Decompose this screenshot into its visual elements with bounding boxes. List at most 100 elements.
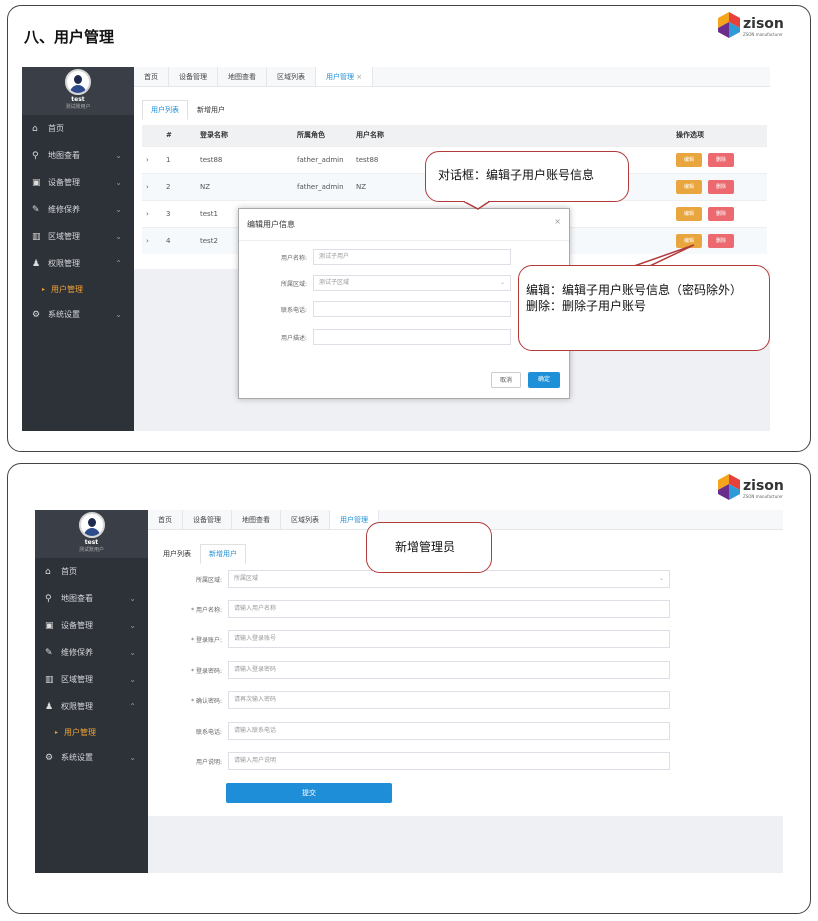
phone-input[interactable]: 请输入联系电话 bbox=[228, 722, 670, 740]
phone-input[interactable] bbox=[313, 301, 511, 317]
username-input[interactable]: 测试子用户 bbox=[313, 249, 511, 265]
tab-map[interactable]: 地图查看 bbox=[218, 67, 267, 86]
field-label: * 用户名称: bbox=[191, 606, 222, 614]
tab-area-list[interactable]: 区域列表 bbox=[281, 510, 330, 529]
logo-tagline: ZSON manufacturer bbox=[743, 32, 783, 37]
description-input[interactable]: 请输入用户说明 bbox=[228, 752, 670, 770]
subtab-add-user[interactable]: 新增用户 bbox=[188, 100, 234, 120]
confirm-button[interactable]: 确定 bbox=[528, 372, 560, 388]
form-field-description: 用户说明: 请输入用户说明 bbox=[158, 752, 670, 770]
user-role: 测试账用户 bbox=[65, 104, 91, 110]
map-icon: ⚲ bbox=[32, 150, 39, 161]
area-icon: ▥ bbox=[45, 674, 54, 685]
sidebar-item-map[interactable]: ⚲ 地图查看 ⌄ bbox=[22, 142, 134, 169]
gear-icon: ⚙ bbox=[45, 752, 54, 763]
close-icon[interactable]: × bbox=[356, 73, 362, 81]
tab-home[interactable]: 首页 bbox=[134, 67, 169, 86]
user-name: test bbox=[71, 96, 85, 103]
edit-button[interactable]: 编辑 bbox=[676, 152, 702, 167]
dialog-field-description: 用户描述: bbox=[259, 329, 511, 345]
close-icon[interactable]: × bbox=[554, 217, 561, 226]
callout-add-text: 新增管理员 bbox=[395, 540, 456, 554]
wrench-icon: ✎ bbox=[45, 647, 53, 658]
description-input[interactable] bbox=[313, 329, 511, 345]
subtab-add-user[interactable]: 新增用户 bbox=[200, 544, 246, 564]
sidebar-item-label: 用户管理 bbox=[64, 727, 97, 737]
sidebar-item-maintenance[interactable]: ✎ 维修保养 ⌄ bbox=[35, 639, 148, 666]
chevron-down-icon: ⌄ bbox=[115, 205, 122, 214]
sidebar-item-label: 权限管理 bbox=[48, 259, 80, 268]
sidebar-item-label: 首页 bbox=[48, 124, 64, 133]
map-icon: ⚲ bbox=[45, 593, 52, 604]
confirm-password-input[interactable]: 请再次输入密码 bbox=[228, 691, 670, 709]
avatar[interactable] bbox=[65, 69, 91, 95]
subtab-user-list[interactable]: 用户列表 bbox=[142, 100, 188, 120]
sidebar-item-user-management[interactable]: ▸ 用户管理 bbox=[35, 720, 148, 744]
area-select-value: 测试子区域 bbox=[319, 279, 350, 286]
cell-index: 4 bbox=[162, 226, 196, 254]
tab-device[interactable]: 设备管理 bbox=[169, 67, 218, 86]
sidebar-item-settings[interactable]: ⚙ 系统设置 ⌄ bbox=[22, 301, 134, 328]
sidebar-item-permission[interactable]: ♟ 权限管理 ⌃ bbox=[22, 250, 134, 277]
edit-button[interactable]: 编辑 bbox=[676, 206, 702, 221]
tab-home[interactable]: 首页 bbox=[148, 510, 183, 529]
logo-text: zison bbox=[743, 16, 784, 32]
brand-logo: zison ZSON manufacturer bbox=[718, 474, 784, 500]
cancel-button[interactable]: 取消 bbox=[491, 372, 521, 388]
sidebar-item-settings[interactable]: ⚙ 系统设置 ⌄ bbox=[35, 744, 148, 771]
tab-user-management[interactable]: 用户管理 × bbox=[316, 67, 374, 86]
sidebar-item-area[interactable]: ▥ 区域管理 ⌄ bbox=[35, 666, 148, 693]
delete-button[interactable]: 删除 bbox=[708, 179, 734, 194]
delete-button[interactable]: 删除 bbox=[708, 233, 734, 248]
sidebar-item-device[interactable]: ▣ 设备管理 ⌄ bbox=[22, 169, 134, 196]
dialog-field-phone: 联系电话: bbox=[259, 301, 511, 317]
sidebar-item-label: 维修保养 bbox=[48, 205, 80, 214]
home-icon: ⌂ bbox=[45, 566, 51, 577]
edit-button[interactable]: 编辑 bbox=[676, 179, 702, 194]
callout-dialog-text: 对话框：编辑子用户账号信息 bbox=[438, 168, 595, 182]
login-account-input[interactable]: 请输入登录账号 bbox=[228, 630, 670, 648]
expand-icon[interactable]: › bbox=[142, 226, 162, 254]
username-input[interactable]: 请输入用户名称 bbox=[228, 600, 670, 618]
sidebar-item-permission[interactable]: ♟ 权限管理 ⌃ bbox=[35, 693, 148, 720]
sidebar-item-area[interactable]: ▥ 区域管理 ⌄ bbox=[22, 223, 134, 250]
area-select[interactable]: 测试子区域 ⌄ bbox=[313, 275, 511, 291]
chevron-down-icon: ⌄ bbox=[129, 648, 136, 657]
logo-mark-icon bbox=[718, 474, 740, 500]
area-select-placeholder: 所属区域 bbox=[234, 575, 259, 582]
tab-area-list[interactable]: 区域列表 bbox=[267, 67, 316, 86]
avatar[interactable] bbox=[78, 512, 105, 538]
tab-map[interactable]: 地图查看 bbox=[232, 510, 281, 529]
expand-icon[interactable]: › bbox=[142, 199, 162, 227]
cell-index: 1 bbox=[162, 145, 196, 173]
field-label: 联系电话: bbox=[280, 306, 307, 314]
subtab-user-list[interactable]: 用户列表 bbox=[154, 544, 200, 564]
expand-icon[interactable]: › bbox=[142, 172, 162, 200]
password-input[interactable]: 请输入登录密码 bbox=[228, 661, 670, 679]
sidebar-item-home[interactable]: ⌂ 首页 bbox=[35, 558, 148, 585]
submit-button[interactable]: 提交 bbox=[226, 783, 392, 803]
expand-icon[interactable]: › bbox=[142, 145, 162, 173]
chevron-down-icon: ⌄ bbox=[115, 310, 122, 319]
cell-actions: 编辑 删除 bbox=[672, 145, 767, 173]
field-label: 所属区域: bbox=[280, 280, 307, 288]
sidebar-item-home[interactable]: ⌂ 首页 bbox=[22, 115, 134, 142]
sidebar-item-device[interactable]: ▣ 设备管理 ⌄ bbox=[35, 612, 148, 639]
delete-button[interactable]: 删除 bbox=[708, 206, 734, 221]
logo-tagline: ZSON manufacturer bbox=[743, 494, 783, 499]
device-icon: ▣ bbox=[32, 177, 41, 188]
callout-add-admin: 新增管理员 bbox=[366, 522, 492, 573]
chevron-down-icon: ⌄ bbox=[499, 279, 505, 286]
sidebar-item-maintenance[interactable]: ✎ 维修保养 ⌄ bbox=[22, 196, 134, 223]
logo-text: zison bbox=[743, 478, 784, 494]
sidebar-item-user-management[interactable]: ▸ 用户管理 bbox=[22, 277, 134, 301]
logo-mark-icon bbox=[718, 12, 740, 38]
field-label: 用户描述: bbox=[280, 334, 307, 342]
tab-device[interactable]: 设备管理 bbox=[183, 510, 232, 529]
subtab-bar: 用户列表 新增用户 bbox=[142, 100, 234, 120]
sidebar-item-label: 权限管理 bbox=[61, 702, 93, 711]
sidebar-item-map[interactable]: ⚲ 地图查看 ⌄ bbox=[35, 585, 148, 612]
delete-button[interactable]: 删除 bbox=[708, 152, 734, 167]
edit-button[interactable]: 编辑 bbox=[676, 233, 702, 248]
sidebar-item-label: 设备管理 bbox=[48, 178, 80, 187]
